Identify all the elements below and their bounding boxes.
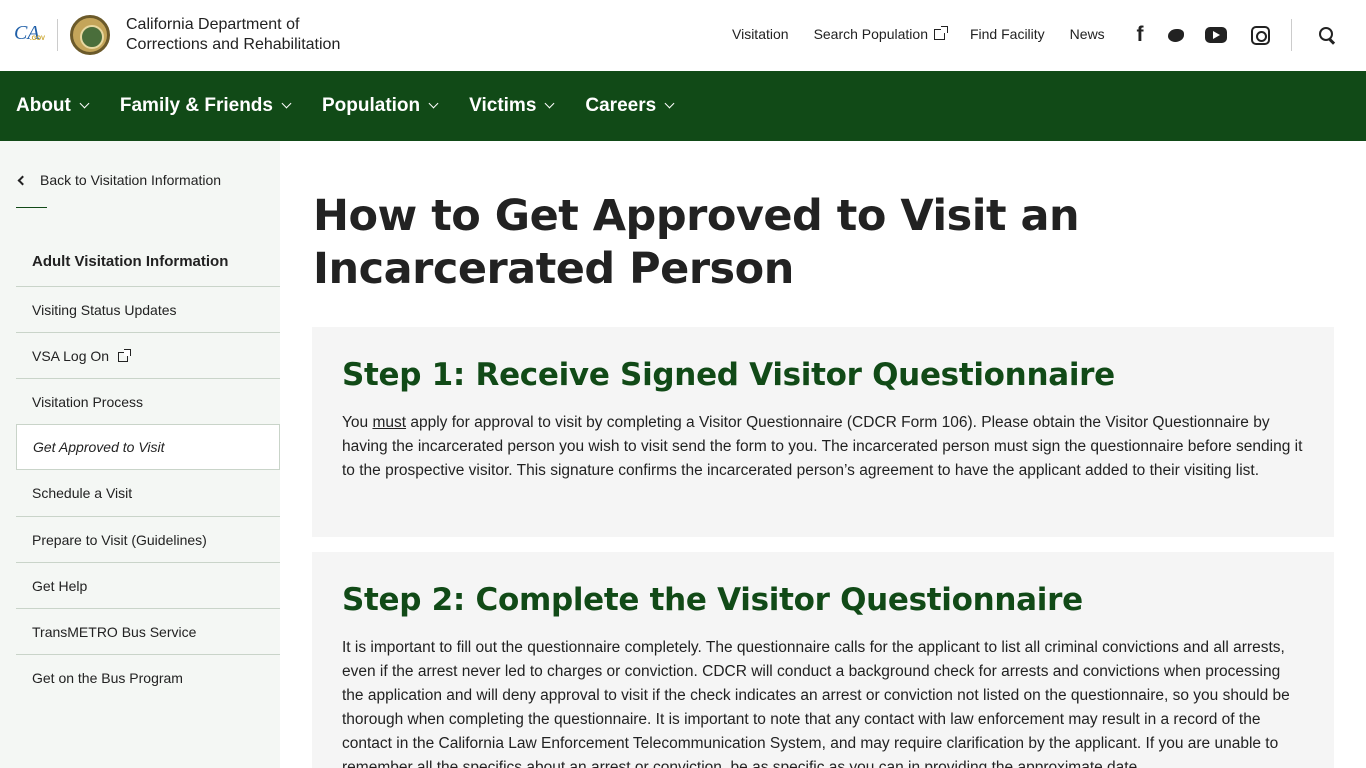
- chevron-down-icon: [544, 98, 555, 108]
- twitter-icon[interactable]: [1164, 24, 1188, 46]
- sidebar-item-schedule-visit[interactable]: Schedule a Visit: [16, 470, 280, 516]
- sidebar-item-label: VSA Log On: [32, 347, 110, 364]
- cdcr-seal-logo[interactable]: [70, 15, 110, 55]
- chevron-left-icon: [17, 175, 28, 185]
- step-2-body: It is important to fill out the question…: [342, 639, 1290, 768]
- step-1-body-rest: apply for approval to visit by completin…: [342, 414, 1303, 479]
- utility-nav: Visitation Search Population Find Facili…: [732, 26, 1130, 42]
- nav-link-search-population[interactable]: Search Population: [813, 26, 948, 42]
- sidebar: Back to Visitation Information Adult Vis…: [0, 141, 280, 768]
- header-divider-right: [1291, 19, 1292, 51]
- agency-name-line1: California Department of: [126, 16, 300, 33]
- sidebar-list: Visiting Status Updates VSA Log On Visit…: [16, 286, 280, 700]
- chevron-down-icon: [281, 98, 292, 108]
- step-2-card: Step 2: Complete the Visitor Questionnai…: [312, 552, 1334, 768]
- sidebar-item-vsa-log-on[interactable]: VSA Log On: [16, 332, 280, 378]
- agency-name[interactable]: California Department of Corrections and…: [126, 15, 340, 55]
- sidebar-item-get-on-the-bus[interactable]: Get on the Bus Program: [16, 654, 280, 700]
- external-link-icon: [933, 26, 948, 40]
- back-link-label: Back to Visitation Information: [40, 172, 222, 188]
- main-nav-family-friends[interactable]: Family & Friends: [119, 95, 292, 117]
- step-1-body: You must apply for approval to visit by …: [342, 411, 1304, 483]
- sidebar-title: Adult Visitation Information: [32, 253, 229, 270]
- main-nav-about[interactable]: About: [16, 95, 90, 117]
- search-icon[interactable]: [1318, 26, 1336, 44]
- main-nav-population[interactable]: Population: [321, 95, 439, 117]
- sidebar-item-transmetro[interactable]: TransMETRO Bus Service: [16, 608, 280, 654]
- agency-name-line2: Corrections and Rehabilitation: [126, 36, 341, 53]
- page-title: How to Get Approved to Visit an Incarcer…: [313, 191, 1080, 294]
- ca-logo-sub: .GOV: [30, 36, 46, 42]
- main-nav-careers[interactable]: Careers: [585, 95, 675, 117]
- step-1-body-start: You: [342, 414, 373, 431]
- main-nav-family-friends-label: Family & Friends: [119, 95, 273, 116]
- header-divider: [57, 19, 58, 51]
- chevron-down-icon: [664, 98, 675, 108]
- main-nav-about-label: About: [16, 95, 71, 116]
- sidebar-item-get-approved[interactable]: Get Approved to Visit: [16, 424, 280, 470]
- step-1-card: Step 1: Receive Signed Visitor Questionn…: [312, 327, 1334, 537]
- facebook-icon[interactable]: f: [1128, 23, 1152, 46]
- sidebar-item-visiting-status[interactable]: Visiting Status Updates: [16, 286, 280, 332]
- main-nav-victims[interactable]: Victims: [469, 95, 555, 117]
- sidebar-item-visitation-process[interactable]: Visitation Process: [16, 378, 280, 424]
- step-1-heading: Step 1: Receive Signed Visitor Questionn…: [342, 357, 1115, 393]
- nav-link-find-facility[interactable]: Find Facility: [970, 26, 1045, 42]
- step-2-heading: Step 2: Complete the Visitor Questionnai…: [342, 582, 1083, 618]
- sidebar-item-get-help[interactable]: Get Help: [16, 562, 280, 608]
- sidebar-item-prepare-to-visit[interactable]: Prepare to Visit (Guidelines): [16, 516, 280, 562]
- main-nav: About Family & Friends Population Victim…: [0, 71, 1366, 141]
- ca-gov-logo[interactable]: CA .GOV: [14, 22, 46, 48]
- back-to-visitation-link[interactable]: Back to Visitation Information: [16, 172, 221, 188]
- chevron-down-icon: [428, 98, 439, 108]
- main-nav-careers-label: Careers: [585, 95, 657, 116]
- chevron-down-icon: [79, 98, 90, 108]
- site-header: CA .GOV California Department of Correct…: [0, 0, 1366, 71]
- step-1-emphasis: must: [372, 414, 407, 431]
- youtube-icon[interactable]: [1204, 24, 1228, 46]
- main-nav-population-label: Population: [321, 95, 421, 116]
- back-link-underline: [16, 207, 47, 208]
- nav-link-news[interactable]: News: [1070, 26, 1105, 42]
- external-link-icon: [118, 348, 132, 362]
- main-nav-victims-label: Victims: [469, 95, 537, 116]
- instagram-icon[interactable]: [1248, 24, 1272, 46]
- nav-link-search-population-label: Search Population: [813, 26, 928, 42]
- nav-link-visitation[interactable]: Visitation: [732, 26, 789, 42]
